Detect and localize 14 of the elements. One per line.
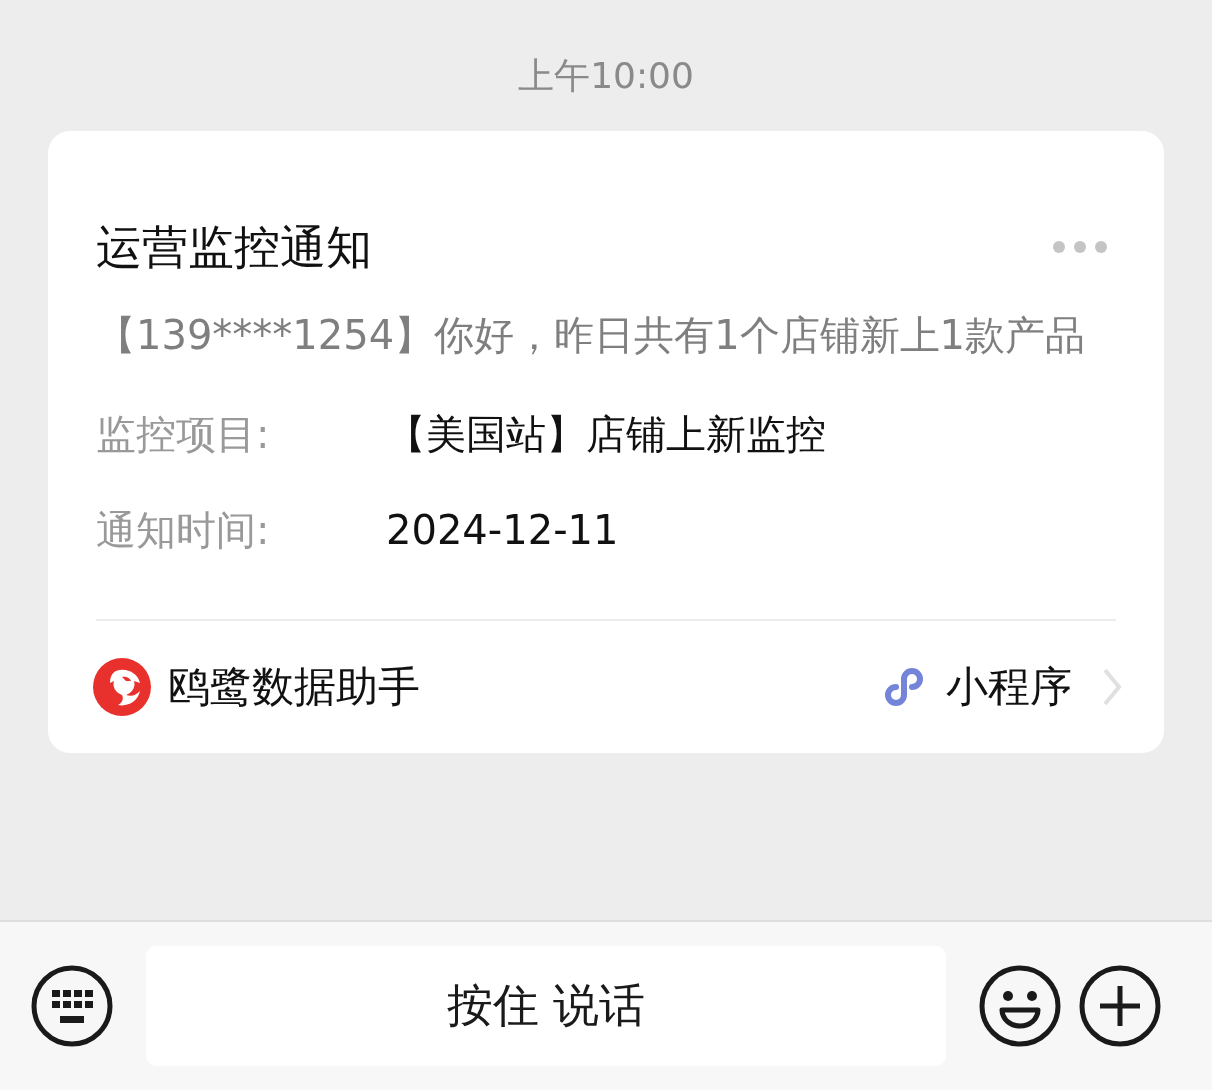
hold-to-talk-button[interactable]: 按住 说话 <box>146 946 946 1066</box>
message-text: 【139****1254】你好，昨日共有1个店铺新上1款产品 <box>96 311 1087 360</box>
card-title: 运营监控通知 <box>96 219 372 275</box>
field-label: 通知时间: <box>96 506 271 555</box>
bird-logo-icon <box>92 657 152 717</box>
mini-program-label: 小程序 <box>946 661 1072 713</box>
keyboard-icon[interactable] <box>30 964 114 1048</box>
emoji-icon[interactable] <box>978 964 1062 1048</box>
timestamp: 上午10:00 <box>518 54 694 98</box>
field-value: 【美国站】店铺上新监控 <box>386 410 826 459</box>
add-icon[interactable] <box>1078 964 1162 1048</box>
field-value: 2024-12-11 <box>386 506 619 555</box>
app-name: 鸥鹭数据助手 <box>168 661 421 713</box>
field-label: 监控项目: <box>96 410 271 459</box>
